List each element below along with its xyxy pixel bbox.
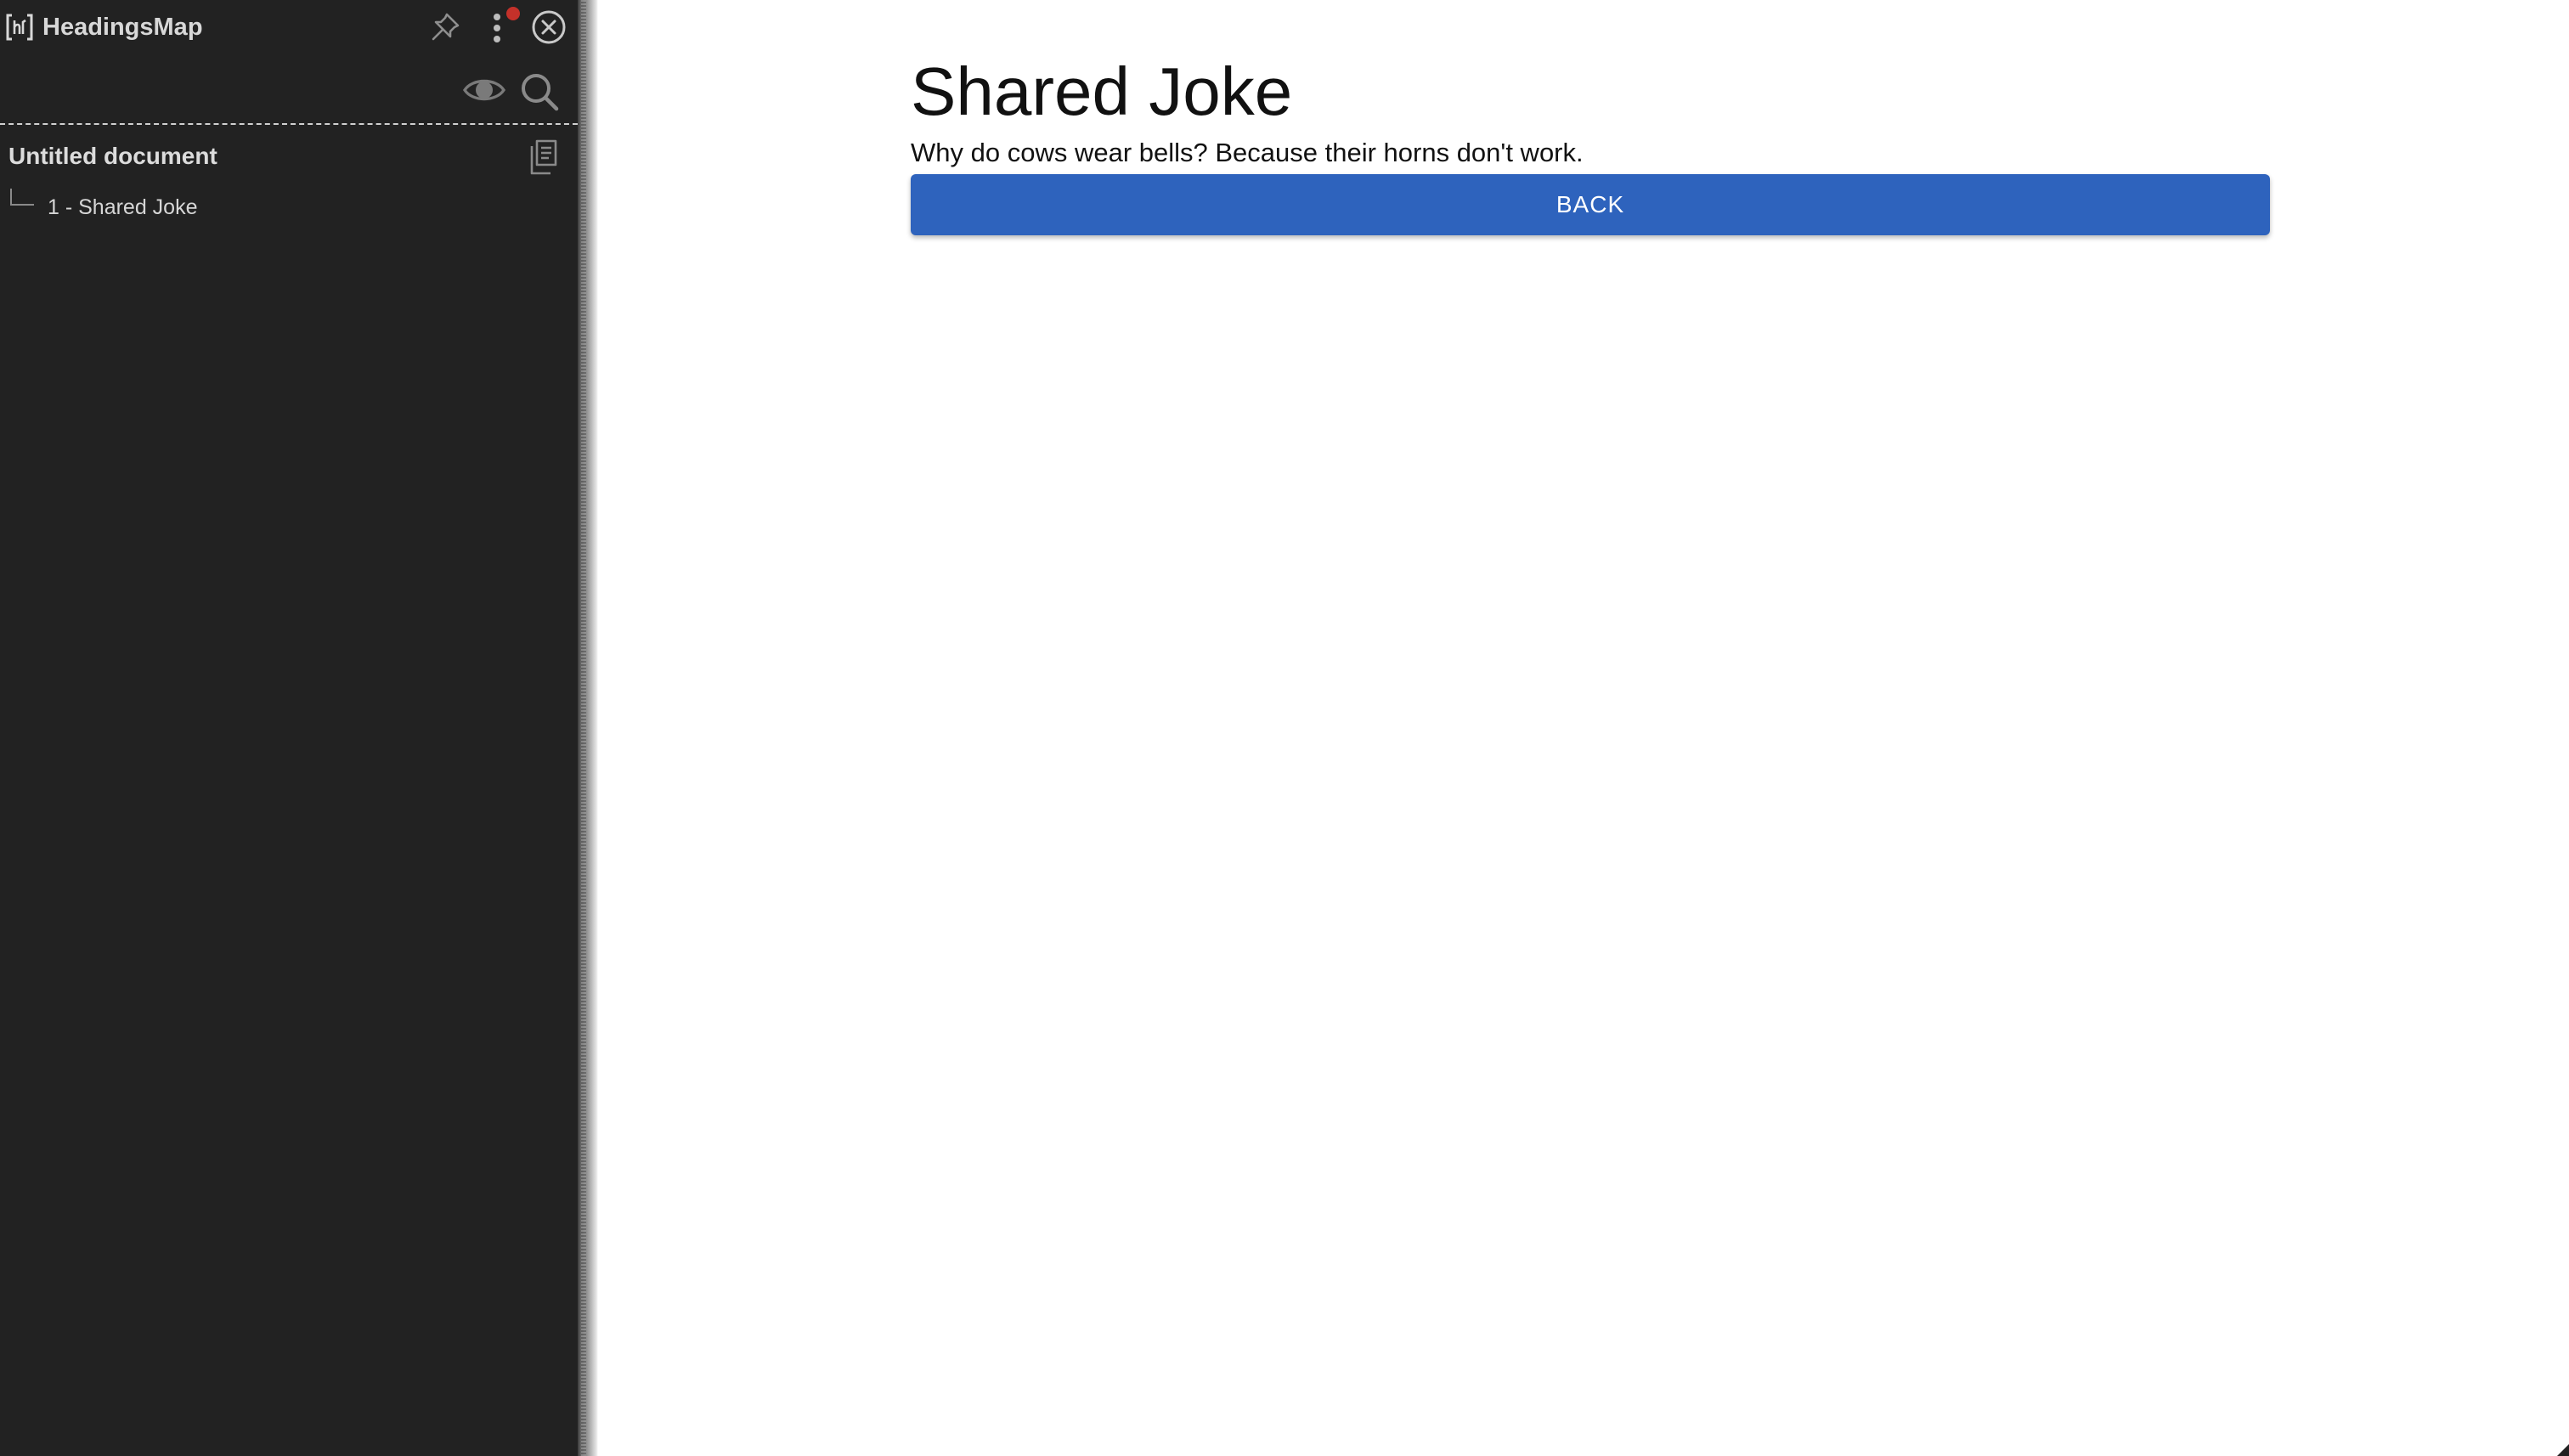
heading-separator: - xyxy=(59,195,79,219)
joke-text: Why do cows wear bells? Because their ho… xyxy=(911,138,1584,167)
notification-badge xyxy=(506,7,520,20)
headingsmap-header: HeadingsMap xyxy=(0,0,578,56)
search-icon[interactable] xyxy=(518,71,561,112)
heading-number: 1 xyxy=(48,195,59,219)
document-title: Untitled document xyxy=(8,143,217,169)
more-vertical-icon[interactable] xyxy=(486,10,508,48)
headingsmap-logo-icon xyxy=(6,14,33,41)
eye-icon[interactable] xyxy=(462,73,506,107)
headingsmap-panel: HeadingsMap Untitled document 1 - Shared… xyxy=(0,0,578,1456)
back-button[interactable]: BACK xyxy=(911,174,2270,235)
headingsmap-title: HeadingsMap xyxy=(42,14,203,41)
panel-divider xyxy=(0,123,578,125)
close-circle-icon[interactable] xyxy=(530,8,567,46)
panel-resize-handle[interactable] xyxy=(578,0,598,1456)
pin-icon[interactable] xyxy=(428,10,462,44)
heading-text: Shared Joke xyxy=(78,195,198,219)
page-title: Shared Joke xyxy=(911,54,1293,129)
tree-connector xyxy=(10,189,34,206)
window-corner-icon xyxy=(2557,1444,2569,1456)
heading-tree-item[interactable]: 1 - Shared Joke xyxy=(48,194,198,221)
copy-icon[interactable] xyxy=(525,136,562,178)
